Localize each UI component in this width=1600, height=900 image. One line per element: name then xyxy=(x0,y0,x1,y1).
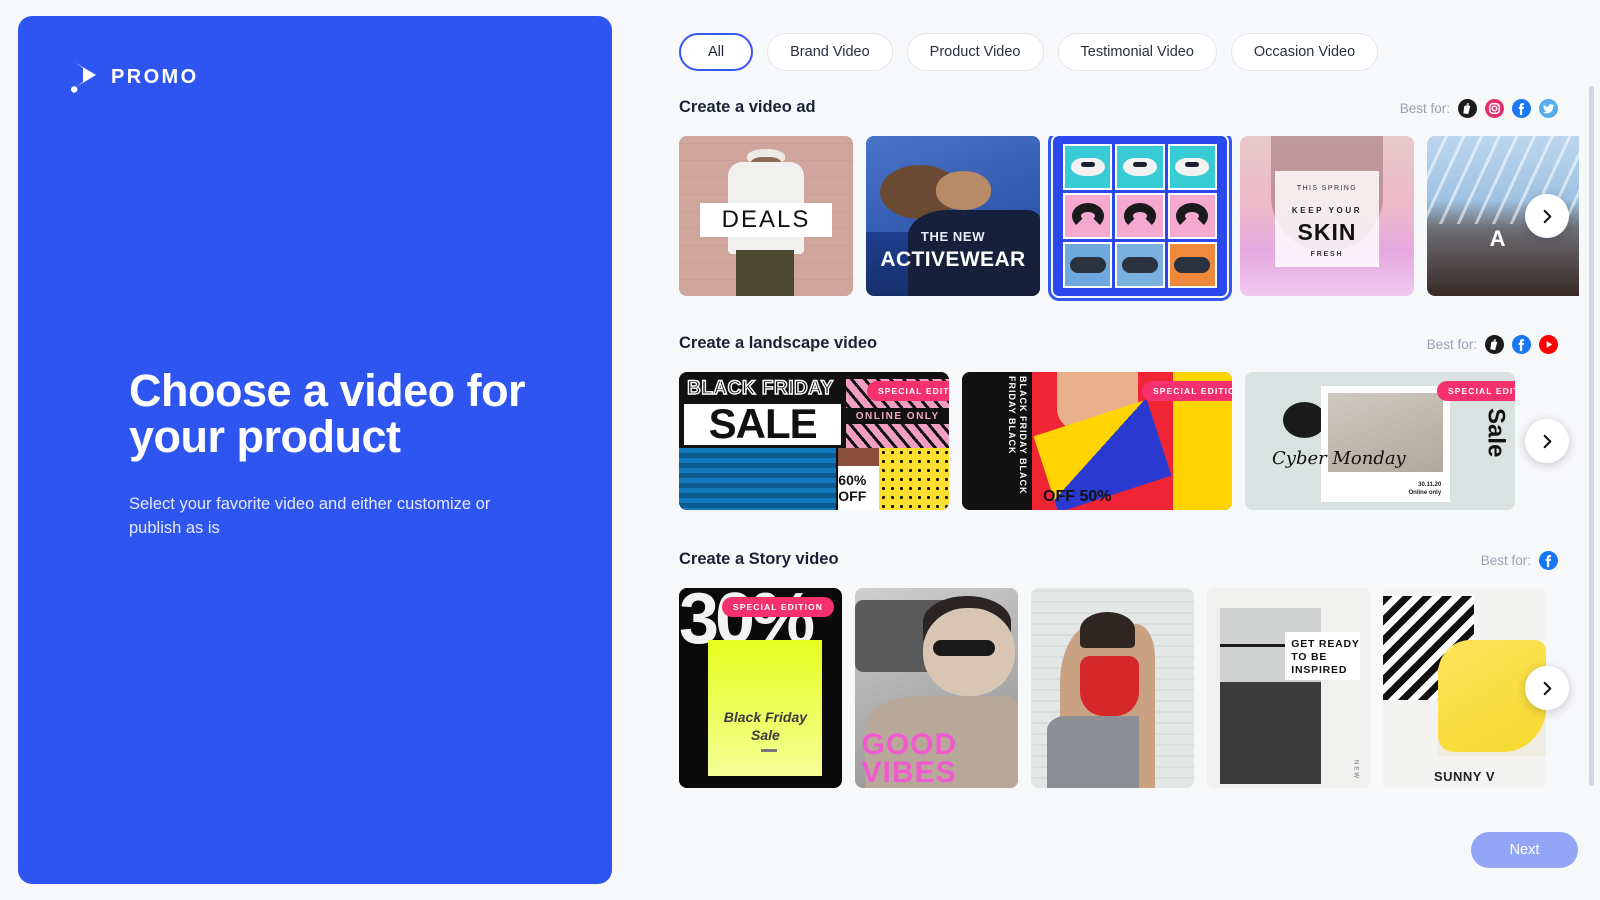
category-tabs: All Brand Video Product Video Testimonia… xyxy=(679,33,1378,71)
section-video-ad: Create a video ad Best for: xyxy=(612,98,1600,302)
template-card-good-vibes[interactable]: GOOD VIBES xyxy=(855,588,1018,788)
best-for-group: Best for: xyxy=(1427,335,1558,354)
template-side-text: Sale xyxy=(1482,408,1510,457)
template-card-cyber-monday[interactable]: 30.11.20 Online only Cyber Monday Sale S… xyxy=(1245,372,1515,510)
template-browser: All Brand Video Product Video Testimonia… xyxy=(612,0,1600,900)
play-triangle-icon xyxy=(70,61,100,93)
template-repeat-text: BLACK FRIDAY BLACK FRIDAY BLACK xyxy=(962,372,1032,510)
template-card-sunny[interactable]: SUNNY V xyxy=(1383,588,1546,788)
template-date: 30.11.20 xyxy=(1418,482,1441,488)
section-title: Create a landscape video xyxy=(679,334,877,353)
promo-logo: PROMO xyxy=(70,61,199,93)
template-vertical-text: NEW xyxy=(1353,760,1359,780)
facebook-icon xyxy=(1512,335,1531,354)
chevron-right-icon xyxy=(1540,434,1555,449)
promo-wordmark: PROMO xyxy=(111,66,199,89)
template-line-2: VIBES xyxy=(862,756,957,788)
section-header: Create a video ad Best for: xyxy=(679,98,1578,124)
template-card-get-ready[interactable]: GET READY TO BE INSPIRED NEW xyxy=(1207,588,1370,788)
template-line-3: SKIN xyxy=(1275,219,1379,246)
tab-occasion-video[interactable]: Occasion Video xyxy=(1231,33,1378,71)
template-label: DEALS xyxy=(700,203,832,237)
template-card-gaming-grid[interactable] xyxy=(1053,136,1227,296)
template-card-black-friday-story[interactable]: 30% Black Friday Sale SPECIAL EDITION xyxy=(679,588,842,788)
section-header: Create a Story video Best for: xyxy=(679,550,1578,576)
shopify-icon xyxy=(1458,99,1477,118)
template-sale: SALE xyxy=(684,404,841,445)
intro-panel: PROMO Choose a video for your product Se… xyxy=(18,16,612,884)
tab-testimonial-video[interactable]: Testimonial Video xyxy=(1058,33,1217,71)
page-subtitle: Select your favorite video and either cu… xyxy=(129,492,524,540)
chevron-right-icon xyxy=(1540,681,1555,696)
carousel-landscape-video: BLACK FRIDAY ONLINE ONLY SALE 60% OFF SP… xyxy=(679,372,1579,514)
section-title: Create a Story video xyxy=(679,550,839,569)
template-heading: BLACK FRIDAY xyxy=(687,378,834,400)
template-discount: OFF 50% xyxy=(1043,488,1111,506)
special-edition-badge: SPECIAL EDITION xyxy=(1437,381,1515,401)
best-for-group: Best for: xyxy=(1400,99,1558,118)
template-line-2: KEEP YOUR xyxy=(1275,206,1379,215)
carousel-story-video: 30% Black Friday Sale SPECIAL EDITION GO… xyxy=(679,588,1579,793)
scrollbar-thumb[interactable] xyxy=(1589,86,1594,786)
instagram-icon xyxy=(1485,99,1504,118)
tab-product-video[interactable]: Product Video xyxy=(907,33,1044,71)
carousel-video-ad: DEALS THE NEW ACTIVEWEAR xyxy=(679,136,1579,302)
section-story-video: Create a Story video Best for: 30% Black… xyxy=(612,550,1600,793)
chevron-right-icon xyxy=(1540,209,1555,224)
template-line-2: ACTIVEWEAR xyxy=(869,248,1036,272)
special-edition-badge: SPECIAL EDITION xyxy=(1142,381,1232,401)
twitter-icon xyxy=(1539,99,1558,118)
template-title: SUNNY V xyxy=(1383,769,1546,784)
best-for-label: Best for: xyxy=(1400,101,1450,116)
carousel-next-button-video-ad[interactable] xyxy=(1525,194,1569,238)
template-card-deals[interactable]: DEALS xyxy=(679,136,853,296)
template-card-black-friday-sale[interactable]: BLACK FRIDAY ONLINE ONLY SALE 60% OFF SP… xyxy=(679,372,949,510)
template-card-text: Black Friday Sale xyxy=(708,708,822,744)
next-button[interactable]: Next xyxy=(1471,832,1578,868)
template-card-keep-your-skin[interactable]: THIS SPRING KEEP YOUR SKIN FRESH xyxy=(1240,136,1414,296)
facebook-icon xyxy=(1512,99,1531,118)
template-line-1: THE NEW xyxy=(876,229,1029,244)
template-label: A xyxy=(1490,226,1506,252)
template-line-4: FRESH xyxy=(1275,251,1379,258)
template-online-only: ONLINE ONLY xyxy=(846,408,949,425)
template-note: Online only xyxy=(1409,490,1442,496)
special-edition-badge: SPECIAL EDITION xyxy=(867,381,949,401)
template-card-red-swim[interactable] xyxy=(1031,588,1194,788)
section-title: Create a video ad xyxy=(679,98,816,117)
page-title: Choose a video for your product xyxy=(129,368,549,460)
youtube-icon xyxy=(1539,335,1558,354)
template-card-black-friday-card[interactable]: BLACK FRIDAY BLACK FRIDAY BLACK OFF 50% … xyxy=(962,372,1232,510)
special-edition-badge: SPECIAL EDITION xyxy=(722,597,834,617)
shopify-icon xyxy=(1485,335,1504,354)
template-line-1: THIS SPRING xyxy=(1275,185,1379,192)
template-text: GET READY TO BE INSPIRED xyxy=(1285,632,1360,680)
template-script: Cyber Monday xyxy=(1272,449,1406,468)
footer-area xyxy=(612,820,1600,900)
carousel-next-button-story[interactable] xyxy=(1525,666,1569,710)
best-for-label: Best for: xyxy=(1427,337,1477,352)
facebook-icon xyxy=(1539,551,1558,570)
carousel-next-button-landscape[interactable] xyxy=(1525,419,1569,463)
template-discount: 60% OFF xyxy=(838,466,879,510)
section-landscape-video: Create a landscape video Best for: BLACK xyxy=(612,334,1600,514)
tab-all[interactable]: All xyxy=(679,33,753,71)
template-card-activewear[interactable]: THE NEW ACTIVEWEAR xyxy=(866,136,1040,296)
best-for-label: Best for: xyxy=(1481,553,1531,568)
section-header: Create a landscape video Best for: xyxy=(679,334,1578,360)
best-for-group: Best for: xyxy=(1481,551,1558,570)
tab-brand-video[interactable]: Brand Video xyxy=(767,33,893,71)
